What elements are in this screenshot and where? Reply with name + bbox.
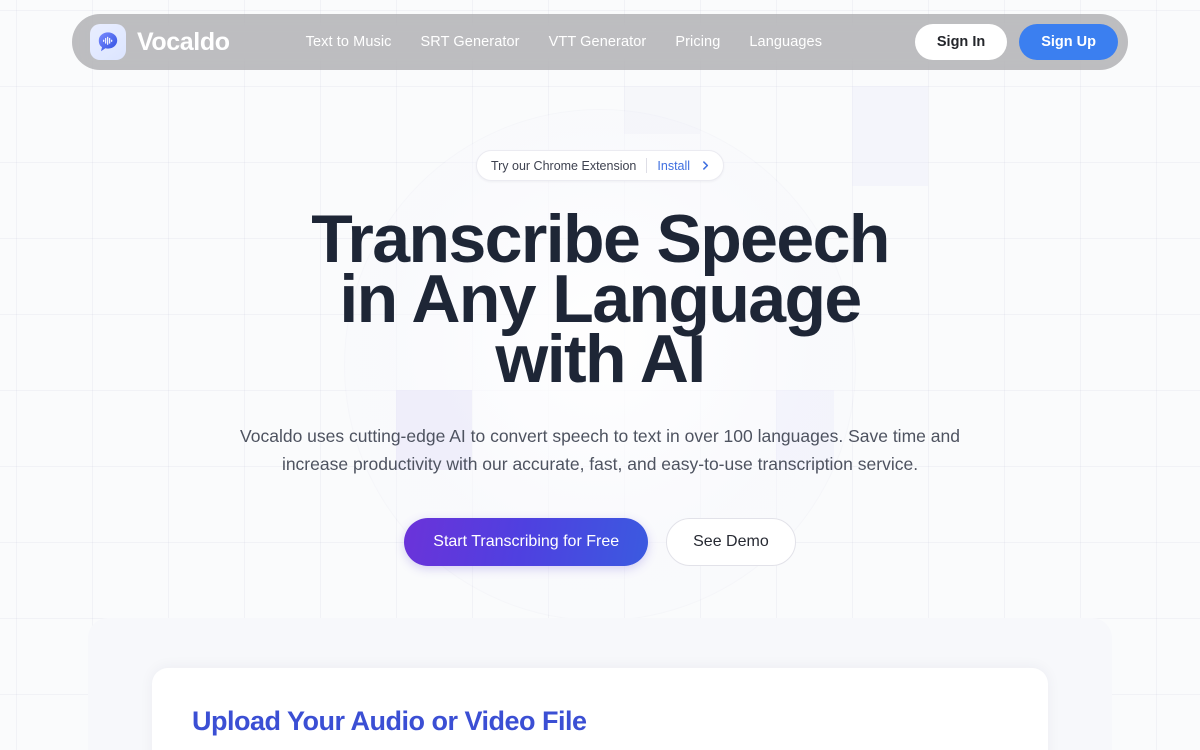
speech-bubble-waveform-icon <box>90 24 126 60</box>
page-title: Transcribe Speech in Any Language with A… <box>0 201 1200 397</box>
sign-in-button[interactable]: Sign In <box>914 24 1008 60</box>
top-navigation-bar: Vocaldo Text to Music SRT Generator VTT … <box>72 14 1128 70</box>
nav-links: Text to Music SRT Generator VTT Generato… <box>306 34 822 50</box>
nav-actions: Sign In Sign Up <box>914 24 1118 60</box>
chevron-right-icon <box>700 160 711 171</box>
start-transcribing-button[interactable]: Start Transcribing for Free <box>404 518 649 566</box>
hero-section: Try our Chrome Extension Install Transcr… <box>0 0 1200 566</box>
chrome-extension-badge[interactable]: Try our Chrome Extension Install <box>475 150 725 181</box>
upload-section: Upload Your Audio or Video File <box>88 618 1112 750</box>
nav-link-srt-generator[interactable]: SRT Generator <box>421 34 520 50</box>
nav-link-vtt-generator[interactable]: VTT Generator <box>549 34 647 50</box>
chrome-extension-text: Try our Chrome Extension <box>490 158 637 173</box>
see-demo-button[interactable]: See Demo <box>666 518 796 566</box>
divider <box>646 158 648 173</box>
headline-line-1: Transcribe Speech <box>311 201 890 277</box>
headline-line-2: in Any Language <box>339 261 862 337</box>
sign-up-button[interactable]: Sign Up <box>1019 24 1118 60</box>
install-link[interactable]: Install <box>657 159 690 173</box>
hero-cta-row: Start Transcribing for Free See Demo <box>0 518 1200 566</box>
upload-title: Upload Your Audio or Video File <box>192 706 587 736</box>
headline-line-3: with AI <box>495 321 706 397</box>
brand-logo[interactable]: Vocaldo <box>90 24 230 60</box>
brand-name: Vocaldo <box>137 27 230 56</box>
nav-link-pricing[interactable]: Pricing <box>675 34 720 50</box>
upload-card[interactable]: Upload Your Audio or Video File <box>152 668 1048 750</box>
hero-subtitle: Vocaldo uses cutting-edge AI to convert … <box>240 426 960 474</box>
nav-link-languages[interactable]: Languages <box>749 34 822 50</box>
nav-link-text-to-music[interactable]: Text to Music <box>306 34 392 50</box>
